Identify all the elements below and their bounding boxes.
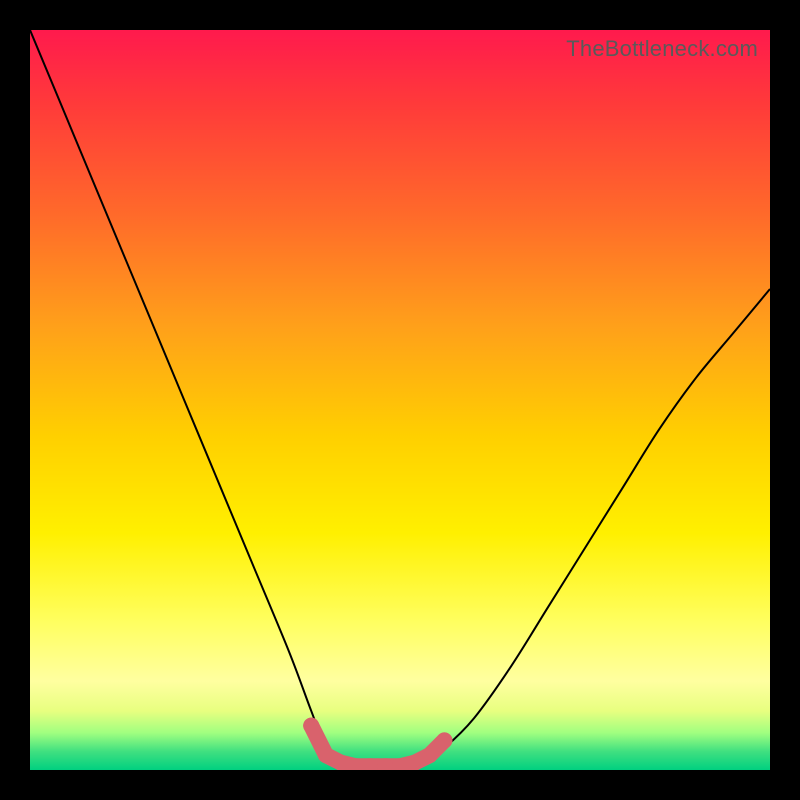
highlight-dot	[407, 755, 423, 770]
highlight-dot	[422, 747, 438, 763]
highlight-dot	[318, 747, 334, 763]
highlight-dots	[303, 718, 452, 770]
chart-frame: TheBottleneck.com	[0, 0, 800, 800]
curve-layer	[30, 30, 770, 770]
highlight-dot	[333, 755, 349, 770]
plot-area: TheBottleneck.com	[30, 30, 770, 770]
highlight-dot	[436, 732, 452, 748]
bottleneck-curve	[30, 30, 770, 770]
highlight-dot	[303, 718, 319, 734]
